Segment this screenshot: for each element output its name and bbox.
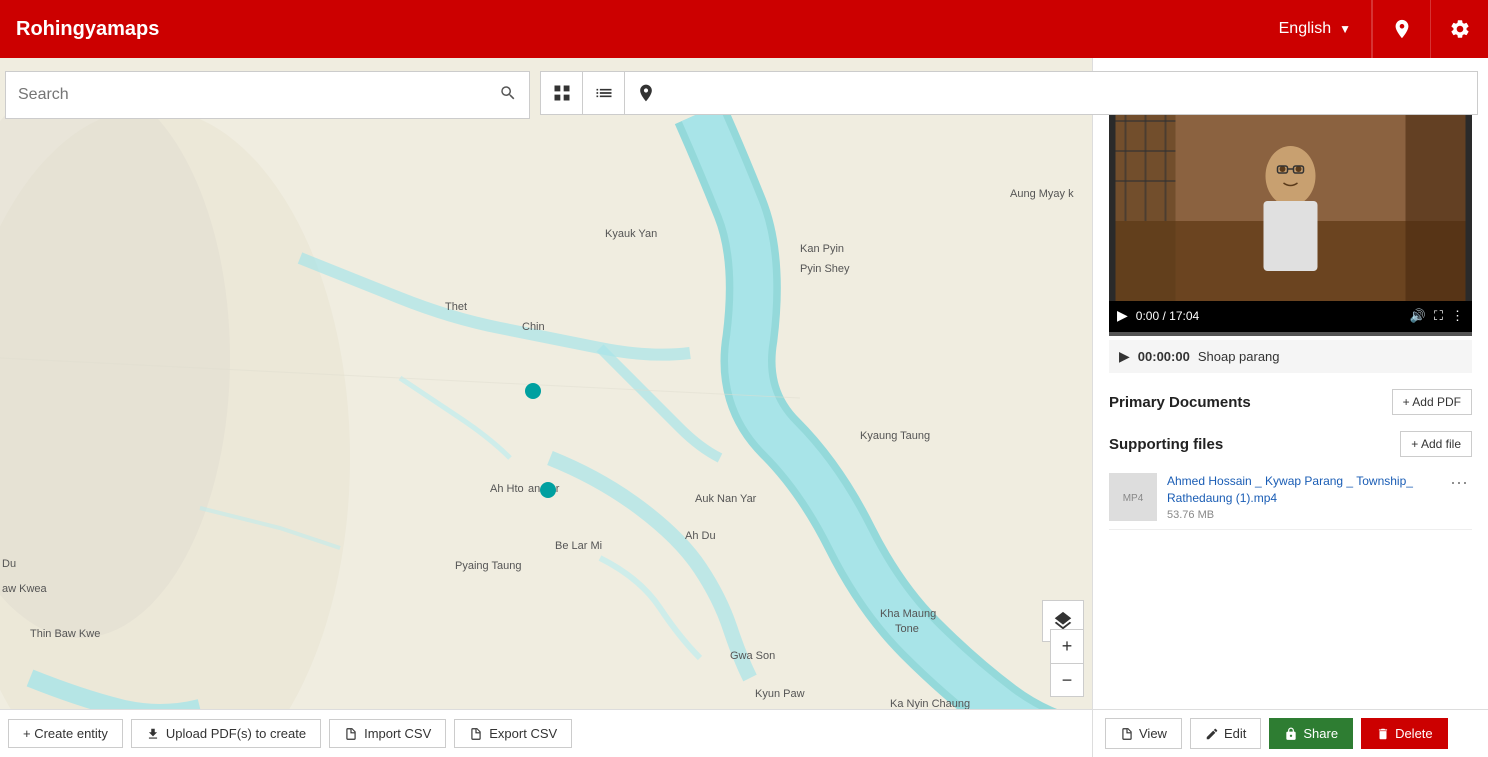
bottom-toolbar: + Create entity Upload PDF(s) to create … xyxy=(0,709,1092,757)
view-label: View xyxy=(1139,726,1167,741)
video-thumbnail xyxy=(1109,101,1472,301)
file-size: 53.76 MB xyxy=(1167,509,1436,521)
language-selector[interactable]: English ▼ xyxy=(1259,0,1372,58)
edit-label: Edit xyxy=(1224,726,1246,741)
zoom-out-btn[interactable]: − xyxy=(1050,663,1084,697)
upload-pdf-label: Upload PDF(s) to create xyxy=(166,726,306,741)
language-label: English xyxy=(1279,20,1331,38)
right-panel: × Media xyxy=(1092,58,1488,757)
app-title: Rohingyamaps xyxy=(16,18,159,41)
import-csv-button[interactable]: Import CSV xyxy=(329,719,446,748)
add-pdf-btn[interactable]: + Add PDF xyxy=(1392,389,1472,415)
video-progress-bar[interactable] xyxy=(1109,332,1472,336)
create-entity-label: + Create entity xyxy=(23,726,108,741)
video-controls: ▶ 0:00 / 17:04 🔊 ⛶ ⋮ xyxy=(1109,301,1472,330)
search-box xyxy=(5,71,530,119)
video-player[interactable]: ▶ 0:00 / 17:04 🔊 ⛶ ⋮ xyxy=(1109,101,1472,336)
list-view-btn[interactable] xyxy=(583,72,625,114)
location-icon-btn[interactable] xyxy=(1372,0,1430,58)
export-csv-label: Export CSV xyxy=(489,726,557,741)
create-entity-button[interactable]: + Create entity xyxy=(8,719,123,748)
map-location-dot[interactable] xyxy=(540,482,556,498)
zoom-in-btn[interactable]: + xyxy=(1050,629,1084,663)
audio-timestamp: 00:00:00 xyxy=(1138,349,1190,364)
audio-track: ▶ 00:00:00 Shoap parang xyxy=(1109,340,1472,373)
settings-icon-btn[interactable] xyxy=(1430,0,1488,58)
edit-btn[interactable]: Edit xyxy=(1190,718,1261,749)
map-area[interactable]: Kyauk Yan Kan Pyin Pyin Shey Thet Chin A… xyxy=(0,58,1092,757)
delete-label: Delete xyxy=(1395,726,1433,741)
zoom-controls: + − xyxy=(1050,629,1084,697)
file-name[interactable]: Ahmed Hossain _ Kywap Parang _ Township_… xyxy=(1167,473,1436,507)
import-csv-label: Import CSV xyxy=(364,726,431,741)
add-file-label: + Add file xyxy=(1411,437,1461,451)
share-label: Share xyxy=(1303,726,1338,741)
header-right: English ▼ xyxy=(1259,0,1488,58)
file-thumbnail: MP4 xyxy=(1109,473,1157,521)
file-more-btn[interactable]: ⋯ xyxy=(1446,473,1472,494)
upload-pdf-button[interactable]: Upload PDF(s) to create xyxy=(131,719,321,748)
primary-docs-header: Primary Documents + Add PDF xyxy=(1109,389,1472,415)
share-btn[interactable]: Share xyxy=(1269,718,1353,749)
add-file-btn[interactable]: + Add file xyxy=(1400,431,1472,457)
map-pin-view-btn[interactable] xyxy=(625,72,667,114)
panel-actions: View Edit Share Delete xyxy=(1093,709,1488,757)
supporting-files-label: Supporting files xyxy=(1109,436,1223,453)
video-play-btn[interactable]: ▶ xyxy=(1117,307,1128,324)
video-more-btn[interactable]: ⋮ xyxy=(1451,308,1464,324)
search-input[interactable] xyxy=(18,86,499,104)
file-info: Ahmed Hossain _ Kywap Parang _ Township_… xyxy=(1167,473,1436,521)
svg-text:MP4: MP4 xyxy=(1123,493,1144,504)
file-row: MP4 Ahmed Hossain _ Kywap Parang _ Towns… xyxy=(1109,465,1472,530)
header: Rohingyamaps English ▼ xyxy=(0,0,1488,58)
export-csv-button[interactable]: Export CSV xyxy=(454,719,572,748)
map-view-toggles xyxy=(540,71,1478,115)
primary-docs-label: Primary Documents xyxy=(1109,394,1251,411)
add-pdf-label: + Add PDF xyxy=(1403,395,1461,409)
audio-play-btn[interactable]: ▶ xyxy=(1119,348,1130,365)
search-icon[interactable] xyxy=(499,84,517,107)
map-location-dot[interactable] xyxy=(525,383,541,399)
chevron-down-icon: ▼ xyxy=(1339,22,1351,36)
grid-view-btn[interactable] xyxy=(541,72,583,114)
delete-btn[interactable]: Delete xyxy=(1361,718,1448,749)
supporting-files-header: Supporting files + Add file xyxy=(1109,431,1472,457)
video-volume-btn[interactable]: 🔊 xyxy=(1410,308,1426,324)
view-btn[interactable]: View xyxy=(1105,718,1182,749)
video-time: 0:00 / 17:04 xyxy=(1136,309,1402,323)
audio-title: Shoap parang xyxy=(1198,349,1280,364)
video-fullscreen-btn[interactable]: ⛶ xyxy=(1434,308,1443,324)
panel-scroll-area[interactable]: × Media xyxy=(1093,58,1488,757)
